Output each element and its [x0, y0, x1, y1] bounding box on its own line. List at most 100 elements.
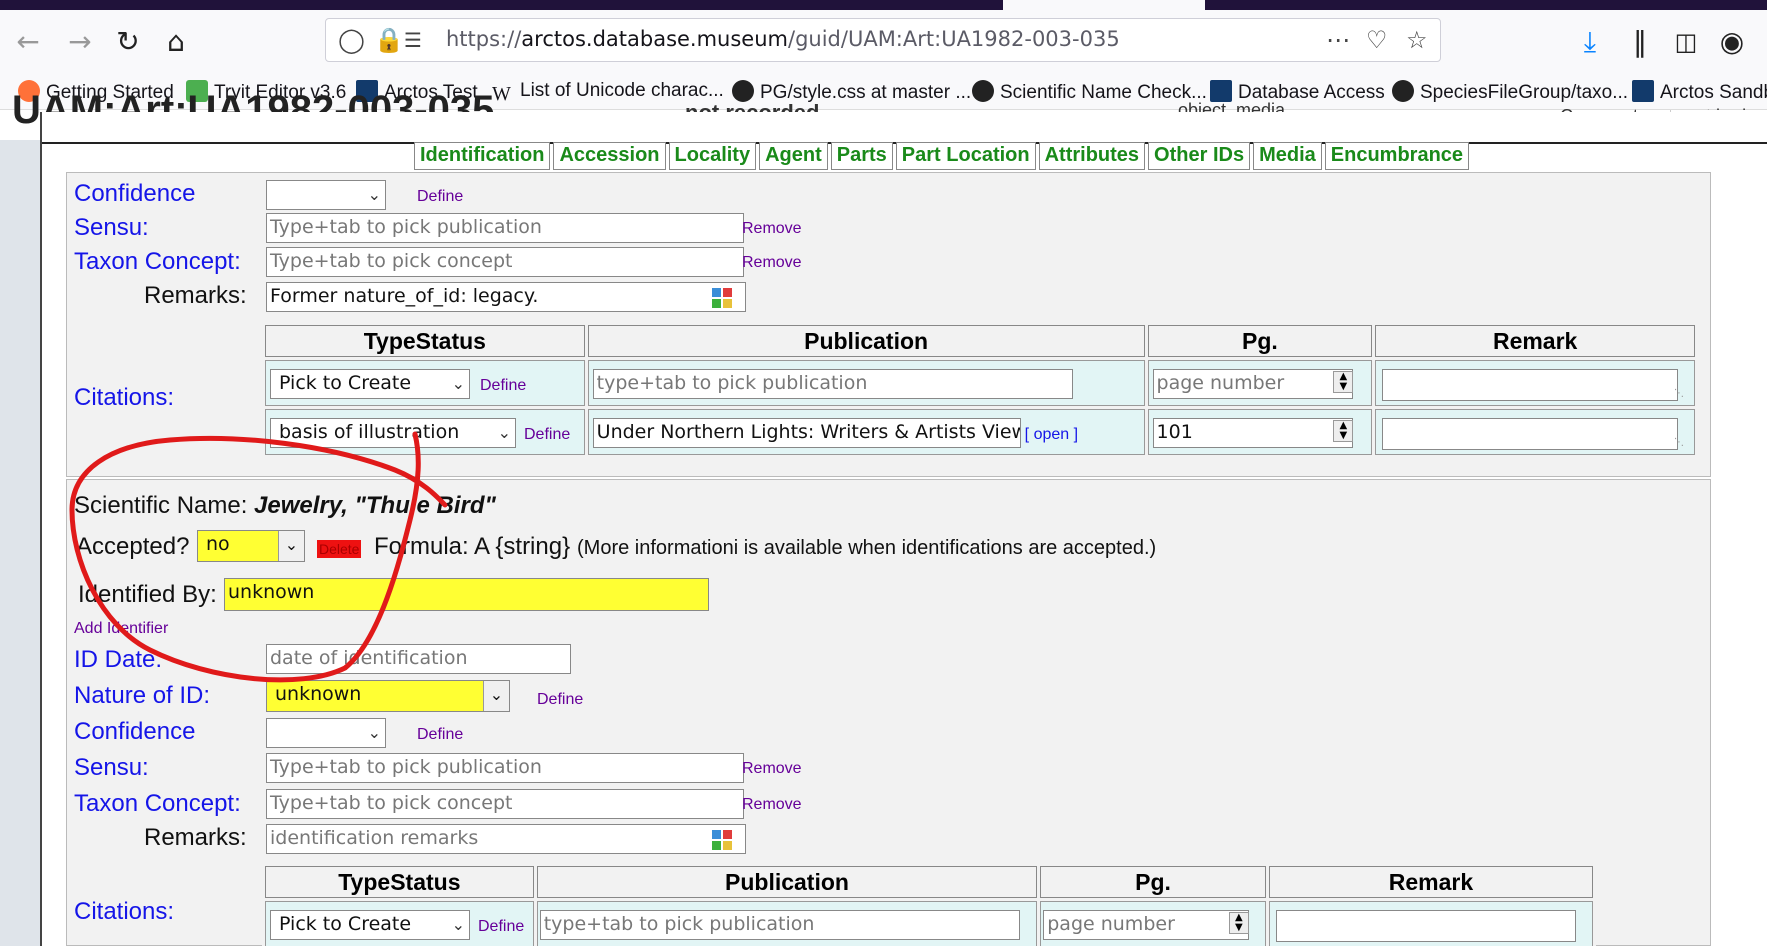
- publication-input[interactable]: Under Northern Lights: Writers & Artists…: [592, 418, 1021, 448]
- home-icon[interactable]: ⌂: [156, 22, 196, 62]
- sensu-remove-link[interactable]: Remove: [742, 760, 802, 778]
- tab-accession[interactable]: Accession: [553, 142, 666, 170]
- page-cell: page number ▲ ▼: [1040, 901, 1266, 946]
- id-date-input[interactable]: date of identification: [266, 644, 571, 674]
- typestatus-define-link[interactable]: Define: [478, 918, 524, 936]
- publication-input[interactable]: type+tab to pick publication: [539, 910, 1020, 940]
- remarks-label: Remarks:: [144, 824, 247, 851]
- active-tab[interactable]: [1003, 0, 1205, 10]
- table-row: Pick to Create ⌄ Define type+tab to pick …: [265, 901, 1593, 946]
- url-text[interactable]: https://arctos.database.museum/guid/UAM:…: [446, 27, 1120, 51]
- tab-locality[interactable]: Locality: [668, 142, 757, 170]
- pocket-icon[interactable]: ♡: [1366, 25, 1388, 55]
- stepper-icon[interactable]: ▲ ▼: [1333, 420, 1354, 442]
- arctos-icon: [1632, 80, 1654, 102]
- sensu-remove-link[interactable]: Remove: [742, 220, 802, 238]
- tab-media[interactable]: Media: [1253, 142, 1322, 170]
- page-input[interactable]: 101: [1152, 418, 1353, 448]
- lock-icon[interactable]: 🔒: [374, 25, 404, 55]
- id-date-label: ID Date:: [74, 646, 163, 673]
- publication-input[interactable]: type+tab to pick publication: [592, 369, 1073, 399]
- remarks-input[interactable]: Former nature_of_id: legacy.: [266, 282, 746, 312]
- add-identifier-link[interactable]: Add Identifier: [74, 620, 168, 638]
- url-bar[interactable]: ◯ 🔒 ☰ https://arctos.database.museum/gui…: [325, 18, 1441, 62]
- header-publication: Publication: [587, 325, 1145, 357]
- remark-cell: ⋱: [1375, 360, 1695, 406]
- remark-textarea[interactable]: [1382, 369, 1679, 401]
- confidence-select[interactable]: ⌄: [266, 180, 386, 210]
- bookmark-scientific-name[interactable]: Scientific Name Check...: [972, 80, 1207, 104]
- tab-part-location[interactable]: Part Location: [895, 142, 1036, 170]
- tab-other-ids[interactable]: Other IDs: [1148, 142, 1251, 170]
- confidence-select[interactable]: ⌄: [266, 718, 386, 748]
- remark-textarea[interactable]: [1382, 418, 1679, 450]
- reload-icon[interactable]: ↻: [108, 22, 148, 62]
- download-icon[interactable]: ⤓: [1570, 22, 1610, 62]
- arctos-icon: [1210, 80, 1232, 102]
- taxon-concept-input[interactable]: Type+tab to pick concept: [266, 789, 744, 819]
- nature-define-link[interactable]: Define: [537, 691, 583, 709]
- confidence-define-link[interactable]: Define: [417, 726, 463, 744]
- typestatus-cell: basis of illustration ⌄ Define: [265, 409, 585, 455]
- github-icon: [732, 80, 754, 102]
- tab-identification[interactable]: Identification: [414, 142, 551, 170]
- widget-icon[interactable]: [710, 286, 734, 310]
- tab-attributes[interactable]: Attributes: [1038, 142, 1146, 170]
- url-scheme: https://: [446, 27, 522, 51]
- resize-grip-icon[interactable]: ⋱: [1674, 437, 1684, 448]
- tab-encumbrance[interactable]: Encumbrance: [1324, 142, 1470, 170]
- scientific-name-label: Scientific Name:: [74, 492, 248, 519]
- page-input[interactable]: page number: [1043, 910, 1250, 940]
- forward-arrow-icon[interactable]: →: [60, 22, 100, 62]
- bookmark-speciesfile[interactable]: SpeciesFileGroup/taxo...: [1392, 80, 1628, 104]
- bookmark-arctos-sandbox[interactable]: Arctos Sandb: [1632, 80, 1767, 104]
- chevron-down-icon: ⌄: [497, 423, 511, 442]
- sidebar-icon[interactable]: ◫: [1666, 22, 1706, 62]
- star-icon[interactable]: ☆: [1406, 25, 1428, 55]
- typestatus-define-link[interactable]: Define: [524, 426, 570, 444]
- identified-by-input[interactable]: unknown: [224, 578, 709, 611]
- citations-label: Citations:: [74, 384, 175, 411]
- header-page: Pg.: [1147, 325, 1373, 357]
- stepper-icon[interactable]: ▲ ▼: [1228, 912, 1249, 934]
- open-publication-link[interactable]: [ open ]: [1025, 426, 1078, 444]
- typestatus-select[interactable]: Pick to Create ⌄: [270, 369, 470, 399]
- library-icon[interactable]: ‖: [1620, 22, 1660, 62]
- shield-icon[interactable]: ◯: [338, 25, 365, 55]
- permissions-icon[interactable]: ☰: [404, 25, 422, 55]
- sensu-input[interactable]: Type+tab to pick publication: [266, 213, 744, 243]
- nature-of-id-label: Nature of ID:: [74, 682, 211, 709]
- identification-divider: [66, 476, 1711, 480]
- typestatus-define-link[interactable]: Define: [480, 377, 526, 395]
- taxon-concept-remove-link[interactable]: Remove: [742, 254, 802, 272]
- taxon-concept-input[interactable]: Type+tab to pick concept: [266, 247, 744, 277]
- widget-icon[interactable]: [710, 828, 734, 852]
- sensu-label: Sensu:: [74, 214, 149, 241]
- resize-grip-icon[interactable]: ⋱: [1674, 388, 1684, 399]
- bookmark-label: Arctos Sandb: [1660, 82, 1767, 103]
- nature-of-id-select[interactable]: unknown ⌄: [266, 680, 510, 712]
- accepted-select[interactable]: no ⌄: [197, 530, 305, 562]
- remarks-input[interactable]: identification remarks: [266, 824, 746, 854]
- typestatus-select[interactable]: basis of illustration ⌄: [270, 418, 516, 448]
- chevron-down-icon: ⌄: [451, 374, 465, 393]
- confidence-define-link[interactable]: Define: [417, 188, 463, 206]
- account-icon[interactable]: ◉: [1712, 22, 1752, 62]
- back-arrow-icon[interactable]: ←: [8, 22, 48, 62]
- chevron-down-icon: ⌄: [367, 185, 381, 204]
- background-sidebar: [0, 140, 40, 946]
- modal-top-strip: [42, 112, 1767, 144]
- remark-textarea[interactable]: [1275, 910, 1576, 942]
- nature-of-id-value: unknown: [275, 683, 362, 705]
- tab-parts[interactable]: Parts: [830, 142, 893, 170]
- delete-button[interactable]: Delete: [317, 540, 362, 558]
- taxon-concept-remove-link[interactable]: Remove: [742, 796, 802, 814]
- tab-agent[interactable]: Agent: [759, 142, 828, 170]
- stepper-icon[interactable]: ▲ ▼: [1333, 371, 1354, 393]
- more-icon[interactable]: ⋯: [1326, 25, 1350, 55]
- chevron-down-icon: ⌄: [367, 723, 381, 742]
- bookmark-label: List of Unicode charac...: [520, 80, 724, 101]
- typestatus-select[interactable]: Pick to Create ⌄: [270, 910, 470, 940]
- sensu-input[interactable]: Type+tab to pick publication: [266, 753, 744, 783]
- page-input[interactable]: page number: [1152, 369, 1353, 399]
